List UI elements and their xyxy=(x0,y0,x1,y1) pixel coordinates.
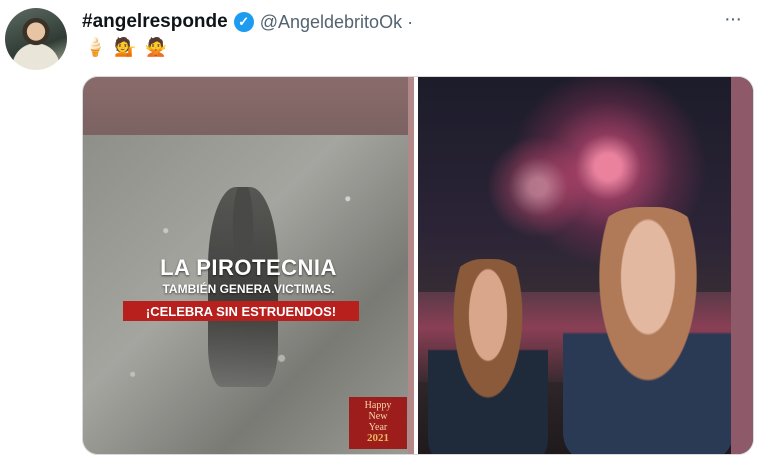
person-left xyxy=(428,259,548,454)
tweet-card: #angelresponde ✓ @AngeldebritoOk · ··· 🍦… xyxy=(0,0,767,459)
image-edge-strip-right xyxy=(731,77,753,454)
woman-tipping-hand-emoji: 💁 xyxy=(114,37,137,57)
woman-gesturing-no-emoji: 🙅 xyxy=(144,37,168,57)
new-year-badge: Happy New Year 2021 xyxy=(349,397,407,449)
ice-cream-emoji: 🍦 xyxy=(84,37,107,57)
image-subheadline: TAMBIÉN GENERA VICTIMAS. xyxy=(162,282,335,296)
media-grid: LA PIROTECNIA TAMBIÉN GENERA VICTIMAS. ¡… xyxy=(82,76,754,455)
badge-text-new: New xyxy=(368,411,388,422)
person-right xyxy=(563,207,733,454)
media-image-right[interactable] xyxy=(418,77,753,454)
verified-badge-icon: ✓ xyxy=(233,12,254,32)
image-headline: LA PIROTECNIA xyxy=(160,255,337,280)
badge-text-happy: Happy xyxy=(364,400,392,411)
tweet-text: 🍦 💁 🙅 xyxy=(84,37,167,58)
avatar[interactable] xyxy=(5,8,67,70)
user-handle[interactable]: @AngeldebritoOk · xyxy=(260,12,413,33)
image-edge-strip xyxy=(408,77,414,454)
fireworks-burst-small xyxy=(478,127,598,247)
image-banner: ¡CELEBRA SIN ESTRUENDOS! xyxy=(123,301,359,321)
more-options-icon[interactable]: ··· xyxy=(724,8,742,31)
display-name[interactable]: #angelresponde xyxy=(82,11,228,33)
badge-year: 2021 xyxy=(367,432,389,444)
image-top-band xyxy=(83,77,414,135)
tweet-header: #angelresponde ✓ @AngeldebritoOk · xyxy=(82,11,413,33)
media-image-left[interactable]: LA PIROTECNIA TAMBIÉN GENERA VICTIMAS. ¡… xyxy=(83,77,414,454)
